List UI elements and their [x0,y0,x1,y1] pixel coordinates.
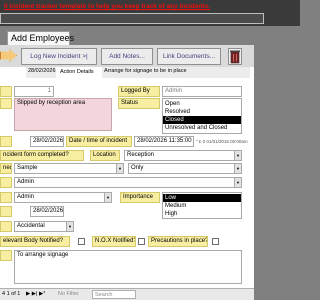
importance-option[interactable]: Medium [163,202,241,210]
datetime-field[interactable]: 28/02/2026 11:35:00 [134,136,194,147]
relevant-body-notified-label: elevant Body Notified? [0,236,70,247]
chevron-down-icon[interactable]: ▼ [104,193,111,202]
description-field[interactable]: Slipped by reception area [14,98,112,131]
link-documents-button[interactable]: Link Documents... [157,48,221,65]
status-list[interactable]: Open Resolved Closed Unresolved and Clos… [162,98,242,134]
action-details-label: Action Details [60,69,94,75]
status-label: Status [118,98,160,109]
importance-option[interactable]: High [163,210,241,218]
chevron-down-icon[interactable]: ▼ [66,222,73,231]
owner-dropdown[interactable]: Sample ▼ [14,163,124,174]
reported-by-label [0,177,12,188]
notes-label [0,250,12,261]
datetime-label: Date / time of incident [66,136,132,147]
qualifier-value: Only [131,165,144,171]
logged-by-label: Logged By [118,86,160,97]
due-date-label [0,206,12,217]
log-new-incident-button[interactable]: Log New Incident >| [21,48,97,65]
datetime-extra: " £ 0 01/01/2015 00:00am [196,139,248,144]
record-navigation-bar: 4 1 of 1 ▶ ▶| ▶* No Filter Search [0,288,254,300]
assigned-to-dropdown[interactable]: Admin ▼ [14,192,112,203]
assigned-to-value: Admin [17,194,35,200]
location-label: Location [90,150,120,161]
trash-icon [230,50,240,64]
status-option[interactable]: Open [163,100,241,108]
relevant-body-notified-checkbox[interactable] [78,238,85,245]
banner-title: ll incident tracker template to help you… [4,3,210,10]
chevron-down-icon[interactable]: ▼ [116,164,123,173]
incident-date-label [0,136,12,147]
add-notes-button[interactable]: Add Notes... [101,48,153,65]
incident-date-field[interactable]: 28/02/2026 [30,136,64,147]
notes-field[interactable]: To arrange signage [14,250,242,284]
header-date: 28/02/2026 [26,67,56,78]
record-counter: 4 1 of 1 [2,291,21,297]
id-field[interactable]: 1 [14,86,54,97]
no-filter-button[interactable]: No Filter [58,289,79,300]
description-label [0,98,12,109]
id-label [0,86,12,97]
assigned-to-label [0,192,12,203]
type-dropdown[interactable]: Accidental ▼ [14,221,74,232]
precautions-checkbox[interactable] [212,238,219,245]
status-option[interactable]: Resolved [163,108,241,116]
nox-notified-label: N.O.X Notified? [92,236,136,247]
banner-divider [0,13,264,24]
importance-list[interactable]: Low Medium High [162,192,242,219]
due-date-field[interactable]: 28/02/2026 [30,206,64,217]
owner-label: ned [0,163,12,174]
type-label [0,221,12,232]
search-input[interactable]: Search [92,290,136,299]
action-details-field[interactable]: Arrange for signage to be in place [102,67,250,78]
chevron-down-icon[interactable]: ▼ [234,164,241,173]
qualifier-dropdown[interactable]: Only ▼ [128,163,242,174]
location-value: Reception [127,152,155,158]
status-option-selected[interactable]: Closed [163,116,241,124]
status-option[interactable]: Unresolved and Closed [163,124,241,132]
reported-by-dropdown[interactable]: Admin ▼ [14,177,242,188]
chevron-down-icon[interactable]: ▼ [234,151,241,160]
importance-option-selected[interactable]: Low [163,194,241,202]
background-area [254,45,300,300]
type-value: Accidental [17,223,45,229]
importance-label: Importance [120,192,160,203]
tab-add-employees[interactable]: Add Employees [7,31,74,45]
location-dropdown[interactable]: Reception ▼ [124,150,242,161]
reported-by-value: Admin [17,179,35,185]
chevron-down-icon[interactable]: ▼ [234,178,241,187]
form-completed-label: ncident form completed? [0,150,84,161]
record-nav-buttons[interactable]: ▶ ▶| ▶* [26,289,45,300]
logged-by-field[interactable]: Admin [162,86,242,97]
precautions-label: Precautions in place? [148,236,208,247]
owner-value: Sample [17,165,38,171]
nox-notified-checkbox[interactable] [138,238,145,245]
delete-button[interactable] [228,48,242,65]
